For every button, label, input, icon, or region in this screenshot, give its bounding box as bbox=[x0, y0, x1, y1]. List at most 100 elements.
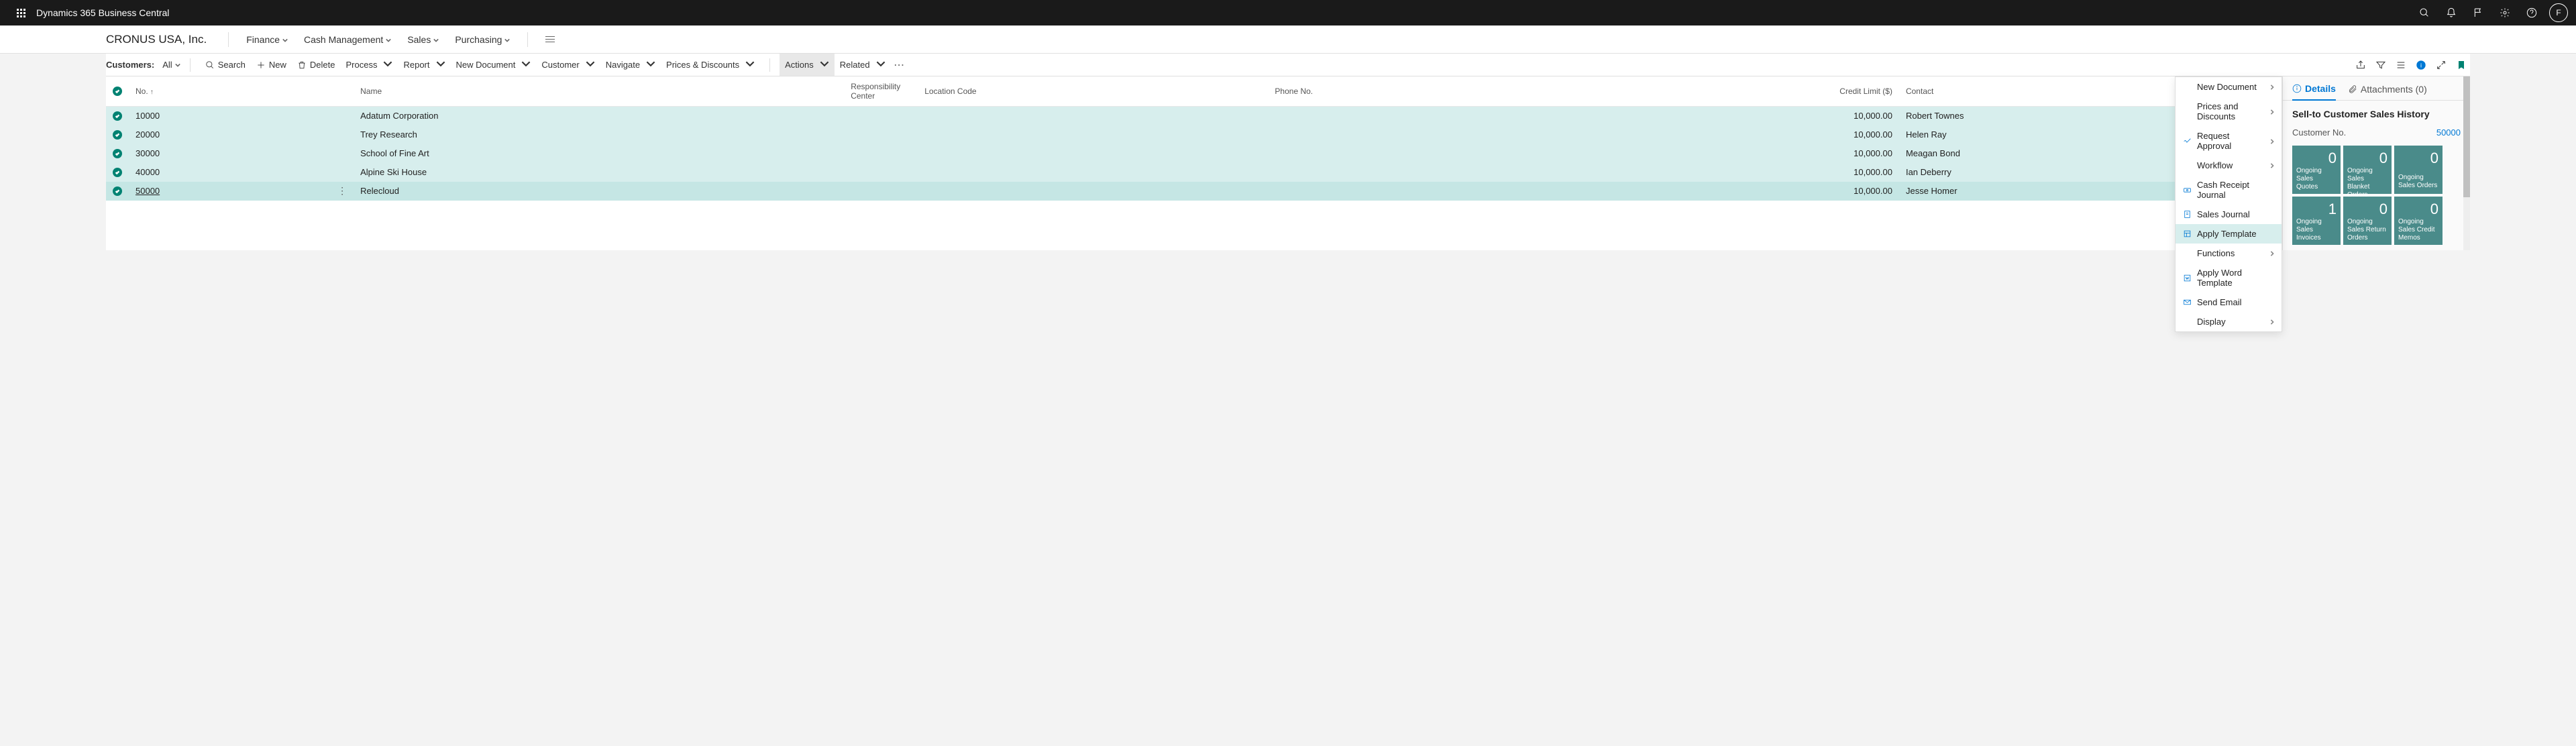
col-no[interactable]: No.↑ bbox=[129, 76, 331, 107]
menu-item-functions[interactable]: Functions bbox=[2176, 244, 2282, 263]
menu-item-label: Prices and Discounts bbox=[2197, 101, 2264, 121]
tile-label: Ongoing Sales Blanket Orders bbox=[2347, 167, 2387, 199]
menu-item-sales-journal[interactable]: Sales Journal bbox=[2176, 205, 2282, 224]
search-icon[interactable] bbox=[2411, 0, 2438, 25]
new-button[interactable]: New bbox=[251, 54, 292, 76]
nav-cash-management[interactable]: Cash Management bbox=[296, 25, 399, 53]
divider bbox=[527, 32, 528, 47]
cell-name: Relecloud bbox=[354, 182, 844, 201]
nav-finance[interactable]: Finance bbox=[238, 25, 296, 53]
chevron-down-icon bbox=[745, 59, 755, 70]
customer-dropdown[interactable]: Customer bbox=[536, 54, 600, 76]
top-header: Dynamics 365 Business Central F bbox=[0, 0, 2576, 25]
menu-item-apply-template[interactable]: Apply Template bbox=[2176, 224, 2282, 244]
tab-attachments[interactable]: Attachments (0) bbox=[2348, 83, 2427, 100]
menu-item-apply-word-template[interactable]: Apply Word Template bbox=[2176, 263, 2282, 292]
attachment-icon bbox=[2348, 85, 2357, 94]
chevron-down-icon bbox=[646, 59, 655, 70]
help-icon[interactable] bbox=[2518, 0, 2545, 25]
chevron-down-icon bbox=[386, 34, 391, 45]
menu-item-prices-and-discounts[interactable]: Prices and Discounts bbox=[2176, 97, 2282, 126]
sales-tile[interactable]: 1Ongoing Sales Invoices bbox=[2292, 197, 2341, 245]
customer-no-link[interactable]: 50000 bbox=[136, 186, 160, 196]
more-options-button[interactable]: ⋯ bbox=[891, 56, 908, 74]
sales-tile[interactable]: 0Ongoing Sales Return Orders bbox=[2343, 197, 2392, 245]
sales-tile[interactable]: 0Ongoing Sales Quotes bbox=[2292, 146, 2341, 194]
scrollbar-thumb[interactable] bbox=[2463, 76, 2470, 197]
chevron-down-icon bbox=[433, 34, 439, 45]
bookmark-icon[interactable] bbox=[2453, 56, 2470, 74]
nav-purchasing[interactable]: Purchasing bbox=[447, 25, 518, 53]
nav-more-button[interactable] bbox=[545, 36, 555, 42]
col-credit[interactable]: Credit Limit ($) bbox=[1544, 76, 1899, 107]
expand-icon[interactable] bbox=[2432, 56, 2450, 74]
app-launcher-button[interactable] bbox=[8, 0, 34, 25]
tab-details[interactable]: Details bbox=[2292, 83, 2336, 101]
customer-no-value[interactable]: 50000 bbox=[2436, 127, 2461, 138]
tile-number: 0 bbox=[2347, 201, 2387, 218]
company-name[interactable]: CRONUS USA, Inc. bbox=[106, 33, 207, 46]
row-checkbox[interactable] bbox=[113, 186, 122, 196]
navigate-dropdown[interactable]: Navigate bbox=[600, 54, 661, 76]
sales-tile[interactable]: 0Ongoing Sales Orders bbox=[2394, 146, 2443, 194]
divider bbox=[190, 58, 191, 72]
col-phone[interactable]: Phone No. bbox=[1268, 76, 1544, 107]
menu-item-label: Workflow bbox=[2197, 160, 2264, 170]
info-icon[interactable]: i bbox=[2412, 56, 2430, 74]
table-row[interactable]: 30000 School of Fine Art 10,000.00 Meaga… bbox=[106, 144, 2282, 163]
col-location[interactable]: Location Code bbox=[918, 76, 1268, 107]
chevron-right-icon bbox=[2269, 317, 2275, 327]
menu-item-send-email[interactable]: Send Email bbox=[2176, 292, 2282, 312]
related-dropdown[interactable]: Related bbox=[835, 54, 891, 76]
menu-item-display[interactable]: Display bbox=[2176, 312, 2282, 331]
settings-icon[interactable] bbox=[2491, 0, 2518, 25]
cell-menu bbox=[331, 107, 354, 125]
filter-icon[interactable] bbox=[2372, 56, 2390, 74]
nav-sales[interactable]: Sales bbox=[399, 25, 447, 53]
report-dropdown[interactable]: Report bbox=[398, 54, 450, 76]
sales-tile[interactable]: 0Ongoing Sales Credit Memos bbox=[2394, 197, 2443, 245]
col-name[interactable]: Name bbox=[354, 76, 844, 107]
chevron-down-icon bbox=[175, 60, 180, 70]
menu-item-label: Display bbox=[2197, 317, 2264, 327]
list-view-icon[interactable] bbox=[2392, 56, 2410, 74]
flag-icon[interactable] bbox=[2465, 0, 2491, 25]
chevron-down-icon bbox=[504, 34, 510, 45]
divider bbox=[769, 58, 770, 72]
customer-table-area: No.↑ Name Responsibility Center Location… bbox=[106, 76, 2282, 250]
sales-tile[interactable]: 0Ongoing Sales Blanket Orders bbox=[2343, 146, 2392, 194]
process-dropdown[interactable]: Process bbox=[341, 54, 398, 76]
search-button[interactable]: Search bbox=[200, 54, 251, 76]
table-row[interactable]: 50000 ⋮ Relecloud 10,000.00 Jesse Homer bbox=[106, 182, 2282, 201]
table-row[interactable]: 10000 Adatum Corporation 10,000.00 Rober… bbox=[106, 107, 2282, 125]
notifications-icon[interactable] bbox=[2438, 0, 2465, 25]
col-responsibility[interactable]: Responsibility Center bbox=[844, 76, 918, 107]
row-checkbox[interactable] bbox=[113, 168, 122, 177]
row-checkbox[interactable] bbox=[113, 130, 122, 140]
tile-label: Ongoing Sales Credit Memos bbox=[2398, 218, 2438, 242]
select-all-checkbox[interactable] bbox=[113, 87, 122, 96]
new-document-dropdown[interactable]: New Document bbox=[451, 54, 537, 76]
table-row[interactable]: 20000 Trey Research 10,000.00 Helen Ray bbox=[106, 125, 2282, 144]
menu-item-request-approval[interactable]: Request Approval bbox=[2176, 126, 2282, 156]
table-row[interactable]: 40000 Alpine Ski House 10,000.00 Ian Deb… bbox=[106, 163, 2282, 182]
cell-name: Trey Research bbox=[354, 125, 844, 144]
prices-dropdown[interactable]: Prices & Discounts bbox=[661, 54, 760, 76]
chevron-down-icon bbox=[282, 34, 288, 45]
delete-button[interactable]: Delete bbox=[292, 54, 341, 76]
tile-number: 0 bbox=[2398, 150, 2438, 167]
row-menu-button[interactable]: ⋮ bbox=[337, 186, 347, 195]
menu-item-cash-receipt-journal[interactable]: Cash Receipt Journal bbox=[2176, 175, 2282, 205]
menu-item-new-document[interactable]: New Document bbox=[2176, 77, 2282, 97]
share-icon[interactable] bbox=[2352, 56, 2369, 74]
row-checkbox[interactable] bbox=[113, 149, 122, 158]
action-bar: Customers: All Search New Delete Process… bbox=[106, 54, 2470, 76]
user-avatar[interactable]: F bbox=[2549, 3, 2568, 22]
cell-name: Adatum Corporation bbox=[354, 107, 844, 125]
cell-no: 40000 bbox=[129, 163, 331, 182]
menu-item-workflow[interactable]: Workflow bbox=[2176, 156, 2282, 175]
divider bbox=[228, 32, 229, 47]
filter-dropdown[interactable]: All bbox=[162, 60, 180, 70]
actions-dropdown[interactable]: Actions bbox=[780, 54, 835, 76]
row-checkbox[interactable] bbox=[113, 111, 122, 121]
